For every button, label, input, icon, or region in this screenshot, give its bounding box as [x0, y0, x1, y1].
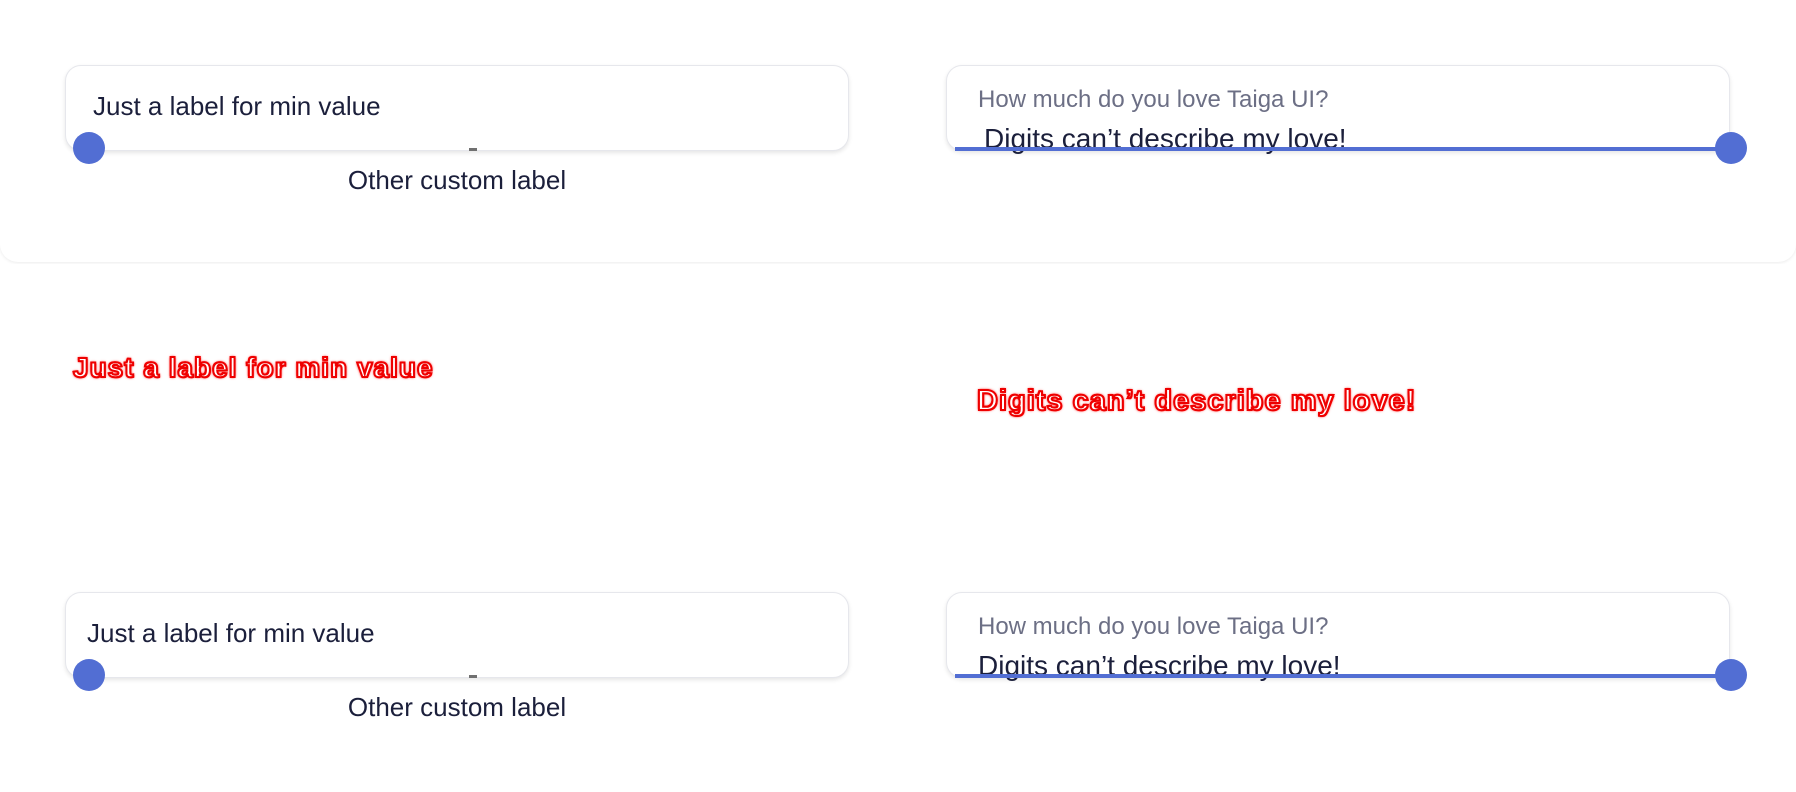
slider-fill: [955, 674, 1717, 678]
love-slider-field[interactable]: How much do you love Taiga UI? Digits ca…: [946, 592, 1747, 691]
diff-overlay-right-text: Digits can’t describe my love!: [976, 384, 1417, 418]
min-value-label: Just a label for min value: [93, 91, 381, 121]
slider-track[interactable]: [955, 132, 1747, 164]
slider-track[interactable]: [73, 132, 848, 164]
min-value-label: Just a label for min value: [87, 618, 375, 648]
slider-thumb[interactable]: [73, 132, 105, 164]
top-panel: Just a label for min value Other custom …: [0, 0, 1796, 262]
slider-thumb[interactable]: [1715, 659, 1747, 691]
slider-fill: [955, 147, 1717, 151]
min-value-slider-field[interactable]: Just a label for min value: [65, 592, 849, 691]
slider-thumb[interactable]: [1715, 132, 1747, 164]
min-value-slider-field[interactable]: Just a label for min value: [65, 65, 849, 164]
diff-overlay-left-text: Just a label for min value: [72, 351, 434, 384]
bottom-panel: Just a label for min value Digits can’t …: [0, 264, 1796, 792]
slider-tick: [469, 148, 477, 151]
slider-tick: [469, 675, 477, 678]
other-custom-label: Other custom label: [347, 165, 567, 195]
love-slider-field[interactable]: How much do you love Taiga UI? Digits ca…: [946, 65, 1747, 164]
love-question-label: How much do you love Taiga UI?: [978, 86, 1329, 113]
slider-thumb[interactable]: [73, 659, 105, 691]
other-custom-label: Other custom label: [347, 692, 567, 722]
love-question-label: How much do you love Taiga UI?: [978, 613, 1329, 640]
slider-track[interactable]: [73, 659, 848, 691]
slider-track[interactable]: [955, 659, 1747, 691]
